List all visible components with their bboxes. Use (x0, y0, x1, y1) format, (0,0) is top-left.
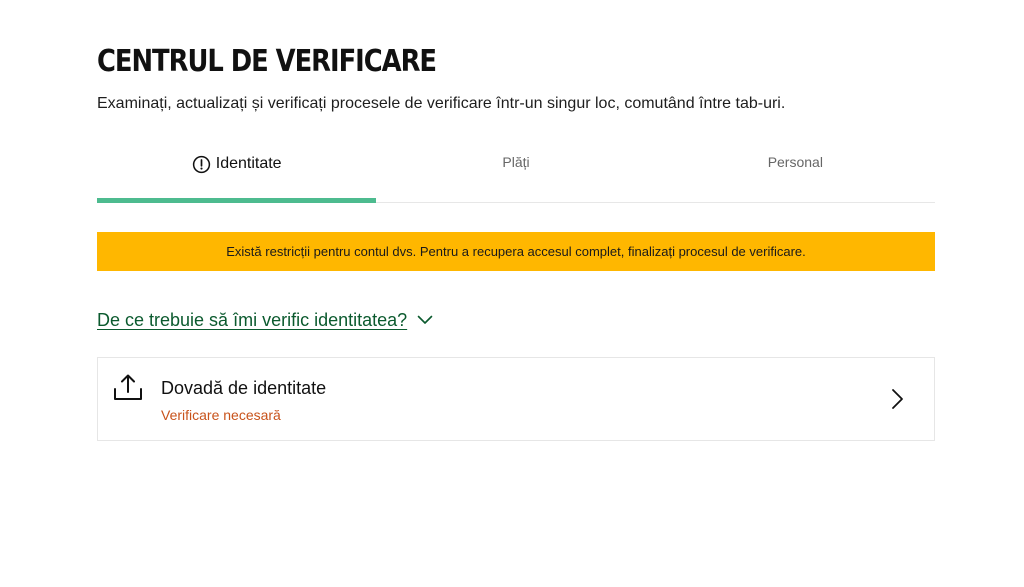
chevron-right-icon (888, 388, 906, 410)
tab-plati-label: Plăți (502, 154, 530, 170)
page-title: CENTRUL DE VERIFICARE (97, 44, 437, 79)
card-title: Dovadă de identitate (161, 378, 327, 398)
alert-circle-icon (192, 154, 212, 174)
why-verify-identity-label: De ce trebuie să îmi verific identitatea… (97, 310, 408, 330)
verification-status: Verificare necesară (161, 407, 281, 423)
chevron-down-icon (417, 315, 433, 325)
proof-of-identity-card[interactable]: Dovadă de identitate Verificare necesară (97, 357, 935, 441)
verification-tabs: Identitate Plăți Personal (97, 143, 935, 203)
restriction-alert-text: Există restricții pentru contul dvs. Pen… (226, 244, 806, 259)
page-subtitle: Examinați, actualizați și verificați pro… (97, 95, 786, 112)
tab-personal[interactable]: Personal (656, 143, 935, 202)
restriction-alert: Există restricții pentru contul dvs. Pen… (97, 232, 935, 271)
why-verify-identity-toggle[interactable]: De ce trebuie să îmi verific identitatea… (97, 308, 433, 332)
tab-identitate-label: Identitate (215, 155, 282, 172)
upload-icon (112, 372, 144, 404)
tab-identitate[interactable]: Identitate (97, 143, 377, 203)
tab-personal-label: Personal (767, 154, 823, 170)
tab-plati[interactable]: Plăți (376, 143, 655, 202)
